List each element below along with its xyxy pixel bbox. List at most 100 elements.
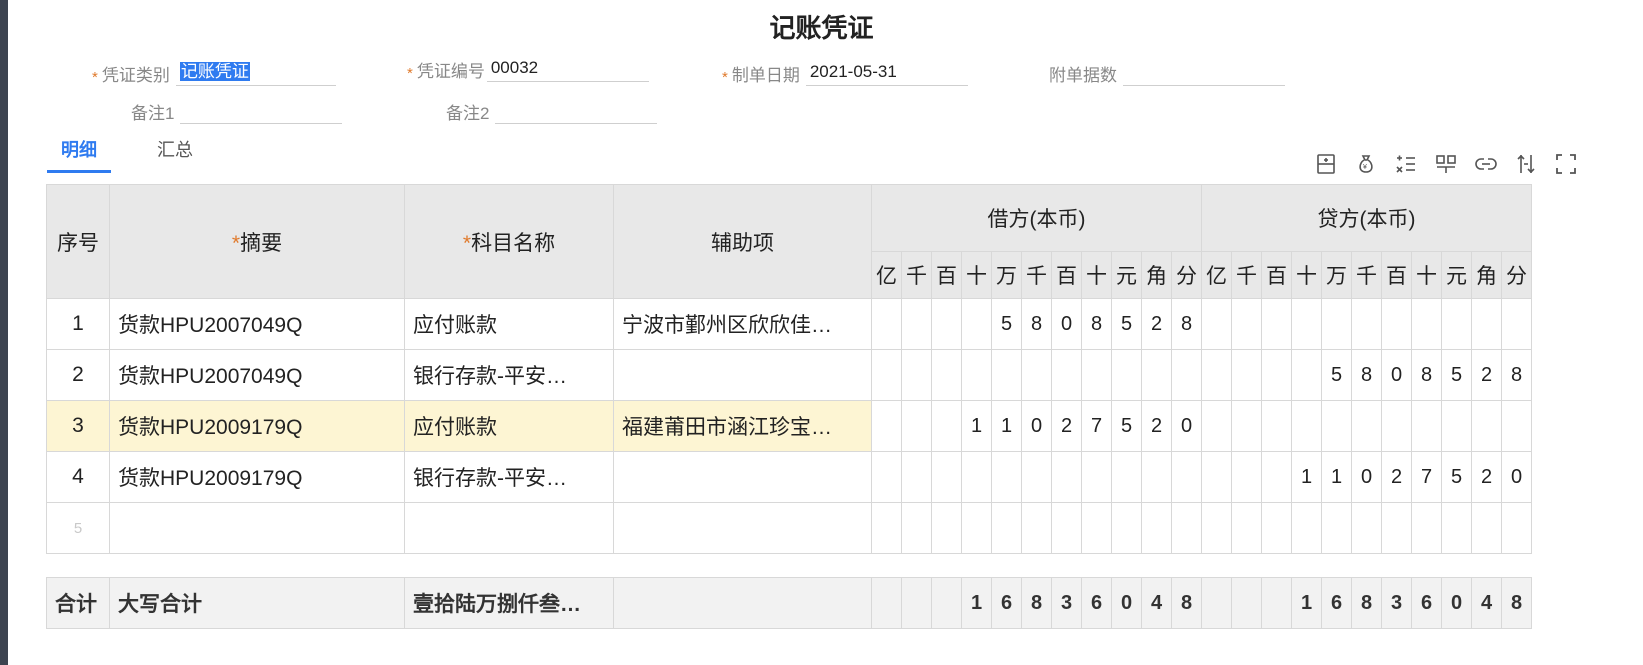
debit-digit-cell[interactable]: 8 bbox=[1081, 298, 1112, 350]
credit-digit-cell[interactable] bbox=[1291, 349, 1322, 401]
debit-digit-cell[interactable] bbox=[871, 349, 902, 401]
aux-cell[interactable] bbox=[613, 502, 872, 554]
debit-digit-cell[interactable] bbox=[1141, 451, 1172, 503]
debit-digit-cell[interactable] bbox=[901, 349, 932, 401]
credit-digit-cell[interactable]: 5 bbox=[1321, 349, 1352, 401]
debit-digit-cell[interactable] bbox=[961, 502, 992, 554]
debit-digit-cell[interactable]: 5 bbox=[991, 298, 1022, 350]
credit-digit-cell[interactable] bbox=[1201, 502, 1232, 554]
debit-digit-cell[interactable] bbox=[991, 451, 1022, 503]
credit-digit-cell[interactable] bbox=[1291, 502, 1322, 554]
credit-digit-cell[interactable] bbox=[1441, 298, 1472, 350]
credit-digit-cell[interactable]: 8 bbox=[1351, 349, 1382, 401]
debit-digit-cell[interactable] bbox=[1171, 349, 1202, 401]
credit-digit-cell[interactable] bbox=[1411, 400, 1442, 452]
debit-digit-cell[interactable] bbox=[961, 298, 992, 350]
debit-digit-cell[interactable] bbox=[901, 451, 932, 503]
credit-digit-cell[interactable] bbox=[1381, 400, 1412, 452]
credit-digit-cell[interactable]: 1 bbox=[1291, 451, 1322, 503]
seq-cell[interactable]: 4 bbox=[46, 451, 110, 503]
credit-digit-cell[interactable] bbox=[1471, 502, 1502, 554]
debit-digit-cell[interactable] bbox=[1111, 349, 1142, 401]
credit-digit-cell[interactable]: 0 bbox=[1381, 349, 1412, 401]
credit-digit-cell[interactable] bbox=[1471, 298, 1502, 350]
credit-digit-cell[interactable]: 2 bbox=[1471, 451, 1502, 503]
credit-digit-cell[interactable]: 0 bbox=[1501, 451, 1532, 503]
debit-digit-cell[interactable]: 2 bbox=[1051, 400, 1082, 452]
debit-digit-cell[interactable] bbox=[931, 451, 962, 503]
debit-digit-cell[interactable] bbox=[1141, 349, 1172, 401]
seq-cell[interactable]: 1 bbox=[46, 298, 110, 350]
debit-digit-cell[interactable]: 1 bbox=[991, 400, 1022, 452]
debit-digit-cell[interactable] bbox=[901, 298, 932, 350]
credit-digit-cell[interactable] bbox=[1201, 349, 1232, 401]
debit-digit-cell[interactable]: 1 bbox=[961, 400, 992, 452]
link-icon[interactable] bbox=[1466, 150, 1506, 178]
debit-digit-cell[interactable] bbox=[1171, 451, 1202, 503]
insert-row-icon[interactable] bbox=[1306, 150, 1346, 178]
credit-digit-cell[interactable] bbox=[1471, 400, 1502, 452]
credit-digit-cell[interactable] bbox=[1201, 400, 1232, 452]
debit-digit-cell[interactable] bbox=[901, 400, 932, 452]
table-row[interactable]: 5 bbox=[46, 502, 1532, 554]
debit-digit-cell[interactable] bbox=[1081, 502, 1112, 554]
split-icon[interactable] bbox=[1426, 150, 1466, 178]
debit-digit-cell[interactable] bbox=[871, 400, 902, 452]
summary-cell[interactable]: 货款HPU2007049Q bbox=[109, 349, 405, 401]
debit-digit-cell[interactable]: 8 bbox=[1021, 298, 1052, 350]
summary-cell[interactable] bbox=[109, 502, 405, 554]
debit-digit-cell[interactable] bbox=[871, 502, 902, 554]
fullscreen-icon[interactable] bbox=[1546, 150, 1586, 178]
credit-digit-cell[interactable] bbox=[1261, 349, 1292, 401]
table-row[interactable]: 1 货款HPU2007049Q 应付账款 宁波市鄞州区欣欣佳… 5 8 0 8 5 2 8 bbox=[46, 298, 1532, 350]
debit-digit-cell[interactable] bbox=[1051, 451, 1082, 503]
debit-digit-cell[interactable]: 5 bbox=[1111, 298, 1142, 350]
debit-digit-cell[interactable] bbox=[1051, 349, 1082, 401]
credit-digit-cell[interactable] bbox=[1321, 502, 1352, 554]
aux-cell[interactable]: 宁波市鄞州区欣欣佳… bbox=[613, 298, 872, 350]
seq-cell[interactable]: 5 bbox=[46, 502, 110, 554]
debit-digit-cell[interactable] bbox=[961, 451, 992, 503]
credit-digit-cell[interactable] bbox=[1261, 502, 1292, 554]
debit-digit-cell[interactable] bbox=[1111, 502, 1142, 554]
debit-digit-cell[interactable]: 5 bbox=[1111, 400, 1142, 452]
tab-detail[interactable]: 明细 bbox=[47, 136, 111, 173]
credit-digit-cell[interactable]: 2 bbox=[1381, 451, 1412, 503]
debit-digit-cell[interactable] bbox=[1171, 502, 1202, 554]
account-cell[interactable]: 应付账款 bbox=[404, 298, 614, 350]
debit-digit-cell[interactable] bbox=[901, 502, 932, 554]
debit-digit-cell[interactable] bbox=[871, 298, 902, 350]
debit-digit-cell[interactable]: 0 bbox=[1051, 298, 1082, 350]
debit-digit-cell[interactable]: 0 bbox=[1171, 400, 1202, 452]
credit-digit-cell[interactable] bbox=[1411, 298, 1442, 350]
debit-digit-cell[interactable] bbox=[1021, 349, 1052, 401]
debit-digit-cell[interactable] bbox=[1021, 502, 1052, 554]
account-cell[interactable]: 银行存款-平安… bbox=[404, 451, 614, 503]
credit-digit-cell[interactable]: 1 bbox=[1321, 451, 1352, 503]
debit-digit-cell[interactable] bbox=[1111, 451, 1142, 503]
credit-digit-cell[interactable]: 2 bbox=[1471, 349, 1502, 401]
debit-digit-cell[interactable] bbox=[1141, 502, 1172, 554]
credit-digit-cell[interactable] bbox=[1381, 298, 1412, 350]
attachments-input[interactable] bbox=[1123, 60, 1285, 86]
credit-digit-cell[interactable] bbox=[1291, 400, 1322, 452]
seq-cell[interactable]: 3 bbox=[46, 400, 110, 452]
debit-digit-cell[interactable] bbox=[871, 451, 902, 503]
credit-digit-cell[interactable] bbox=[1261, 451, 1292, 503]
credit-digit-cell[interactable] bbox=[1231, 298, 1262, 350]
aux-cell[interactable]: 福建莆田市涵江珍宝… bbox=[613, 400, 872, 452]
debit-digit-cell[interactable] bbox=[931, 400, 962, 452]
credit-digit-cell[interactable] bbox=[1231, 349, 1262, 401]
debit-digit-cell[interactable]: 7 bbox=[1081, 400, 1112, 452]
debit-digit-cell[interactable] bbox=[991, 502, 1022, 554]
tab-summary[interactable]: 汇总 bbox=[143, 136, 207, 173]
list-formula-icon[interactable] bbox=[1386, 150, 1426, 178]
aux-cell[interactable] bbox=[613, 349, 872, 401]
debit-digit-cell[interactable] bbox=[1081, 451, 1112, 503]
voucher-type-input[interactable]: 记账凭证 bbox=[175, 60, 336, 86]
account-cell[interactable] bbox=[404, 502, 614, 554]
credit-digit-cell[interactable]: 7 bbox=[1411, 451, 1442, 503]
credit-digit-cell[interactable]: 5 bbox=[1441, 451, 1472, 503]
credit-digit-cell[interactable] bbox=[1201, 298, 1232, 350]
account-cell[interactable]: 银行存款-平安… bbox=[404, 349, 614, 401]
